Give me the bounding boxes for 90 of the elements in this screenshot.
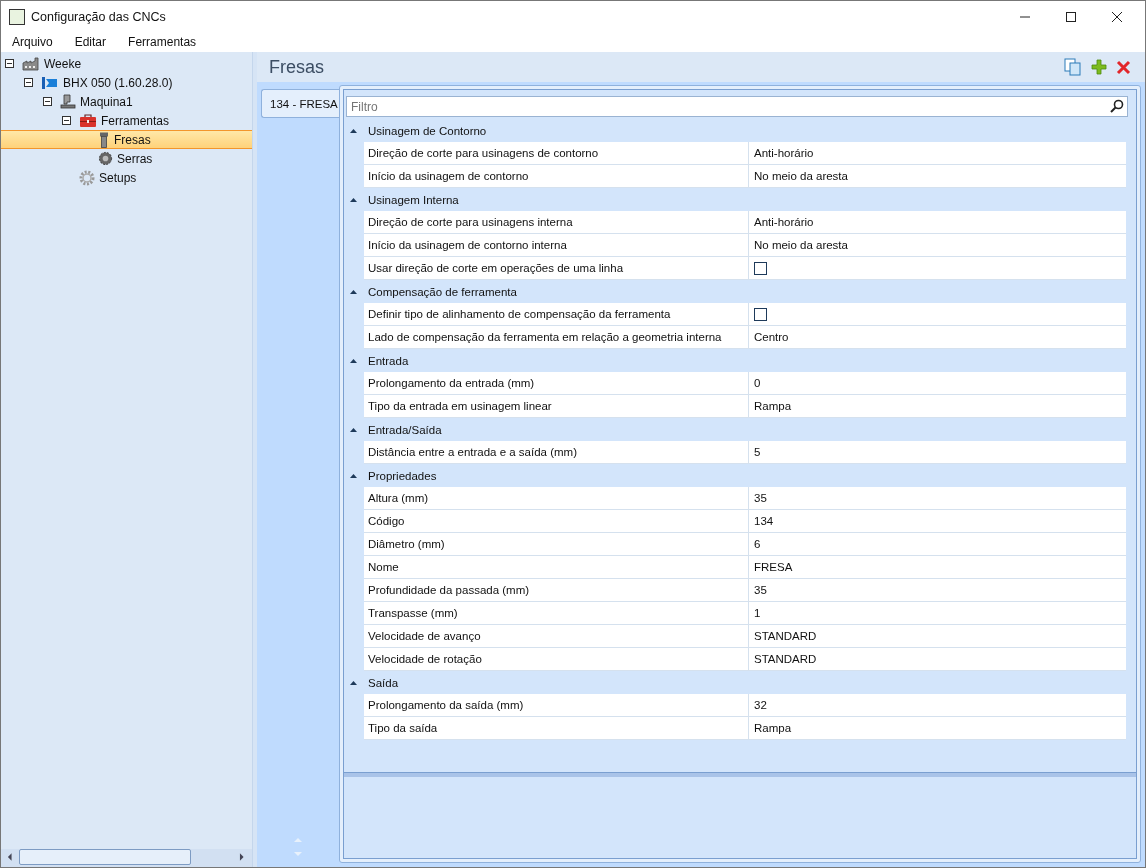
property-value[interactable]: Anti-horário bbox=[754, 216, 814, 228]
property-value[interactable]: 134 bbox=[754, 515, 774, 527]
property-name: Velocidade de rotação bbox=[364, 648, 749, 670]
property-name: Código bbox=[364, 510, 749, 532]
saw-blade-icon bbox=[98, 151, 113, 166]
gear-icon bbox=[79, 169, 95, 186]
property-value[interactable]: STANDARD bbox=[754, 653, 817, 665]
property-name: Lado de compensação da ferramenta em relação a geometria interna bbox=[364, 326, 749, 348]
factory-icon bbox=[22, 56, 40, 71]
copy-icon[interactable] bbox=[1064, 58, 1082, 76]
collapse-icon[interactable] bbox=[24, 78, 33, 87]
checkbox[interactable] bbox=[754, 261, 767, 275]
property-value[interactable]: 1 bbox=[754, 607, 761, 619]
property-value[interactable]: 35 bbox=[754, 584, 767, 596]
caret-icon[interactable] bbox=[350, 289, 357, 294]
property-value[interactable]: No meio da aresta bbox=[754, 170, 848, 182]
collapse-icon[interactable] bbox=[43, 97, 52, 106]
property-value[interactable]: Centro bbox=[754, 331, 789, 343]
property-value[interactable]: No meio da aresta bbox=[754, 239, 848, 251]
property-name: Início da usinagem de contorno interna bbox=[364, 234, 749, 256]
scroll-left-icon[interactable] bbox=[7, 853, 13, 861]
property-name: Tipo da entrada em usinagem linear bbox=[364, 395, 749, 417]
horizontal-scrollbar[interactable] bbox=[1, 849, 252, 867]
property-value[interactable]: 35 bbox=[754, 492, 767, 504]
checkbox[interactable] bbox=[754, 307, 767, 321]
tree-item[interactable]: Maquina1 bbox=[1, 92, 252, 111]
caret-icon[interactable] bbox=[350, 197, 357, 202]
machine-icon bbox=[41, 75, 59, 90]
menu-item[interactable]: Arquivo bbox=[5, 33, 60, 51]
tree-item[interactable]: BHX 050 (1.60.28.0) bbox=[1, 73, 252, 92]
property-value[interactable]: 0 bbox=[754, 377, 761, 389]
property-name: Altura (mm) bbox=[364, 487, 749, 509]
add-icon[interactable] bbox=[1091, 59, 1107, 75]
property-name: Direção de corte para usinagens interna bbox=[364, 211, 749, 233]
property-value[interactable]: 6 bbox=[754, 538, 761, 550]
scroll-thumb[interactable] bbox=[18, 849, 191, 865]
property-value[interactable]: Rampa bbox=[754, 400, 792, 412]
tree-item[interactable]: Serras bbox=[1, 149, 252, 168]
category-title: Usinagem Interna bbox=[368, 193, 459, 206]
tree-item[interactable]: Setups bbox=[1, 168, 252, 187]
caret-icon[interactable] bbox=[350, 680, 357, 685]
category-title: Saída bbox=[368, 676, 399, 689]
menu-item[interactable]: Ferramentas bbox=[121, 33, 204, 51]
property-value[interactable]: Anti-horário bbox=[754, 147, 814, 159]
property-value[interactable]: Rampa bbox=[754, 722, 792, 734]
property-name: Prolongamento da saída (mm) bbox=[364, 694, 749, 716]
property-name: Distância entre a entrada e a saída (mm) bbox=[364, 441, 749, 463]
property-name: Prolongamento da entrada (mm) bbox=[364, 372, 749, 394]
window-title: Configuração das CNCs bbox=[31, 9, 167, 24]
property-name: Profundidade da passada (mm) bbox=[364, 579, 749, 601]
caret-icon[interactable] bbox=[350, 427, 357, 432]
tree-item[interactable]: Weeke bbox=[1, 54, 252, 73]
property-name: Direção de corte para usinagens de contorno bbox=[364, 142, 749, 164]
property-name: Início da usinagem de contorno bbox=[364, 165, 749, 187]
toolbox-icon bbox=[79, 113, 97, 128]
maximize-icon[interactable] bbox=[1065, 10, 1077, 23]
category-title: Entrada bbox=[368, 354, 409, 367]
property-value[interactable]: 32 bbox=[754, 699, 767, 711]
search-icon[interactable] bbox=[1110, 99, 1124, 113]
property-name: Tipo da saída bbox=[364, 717, 749, 739]
caret-icon[interactable] bbox=[350, 358, 357, 363]
close-icon[interactable] bbox=[1111, 10, 1123, 23]
menu-item[interactable]: Editar bbox=[67, 33, 114, 51]
property-name: Usar direção de corte em operações de uma linha bbox=[364, 257, 749, 279]
machine-icon bbox=[60, 94, 76, 109]
caret-icon[interactable] bbox=[350, 473, 357, 478]
scroll-right-icon[interactable] bbox=[238, 853, 244, 861]
collapse-icon[interactable] bbox=[62, 116, 71, 125]
property-value[interactable]: STANDARD bbox=[754, 630, 817, 642]
category-title: Entrada/Saída bbox=[368, 423, 442, 436]
property-name: Nome bbox=[364, 556, 749, 578]
delete-icon[interactable] bbox=[1116, 59, 1131, 75]
filter-field[interactable]: Filtro bbox=[346, 96, 1128, 117]
property-value[interactable]: 5 bbox=[754, 446, 761, 458]
collapse-icon[interactable] bbox=[5, 59, 14, 68]
property-name: Transpasse (mm) bbox=[364, 602, 749, 624]
category-title: Usinagem de Contorno bbox=[368, 124, 487, 137]
property-name: Definir tipo de alinhamento de compensação da ferramenta bbox=[364, 303, 749, 325]
panel-title: Fresas bbox=[269, 56, 325, 78]
category-title: Compensação de ferramenta bbox=[368, 285, 517, 298]
milling-cutter-icon bbox=[98, 131, 110, 148]
property-name: Velocidade de avanço bbox=[364, 625, 749, 647]
tree-item-selected[interactable]: Fresas bbox=[1, 130, 252, 149]
tab[interactable]: 134 - FRESA bbox=[261, 89, 339, 118]
property-value[interactable]: FRESA bbox=[754, 561, 793, 573]
caret-icon[interactable] bbox=[350, 128, 357, 133]
property-name: Diâmetro (mm) bbox=[364, 533, 749, 555]
category-title: Propriedades bbox=[368, 469, 437, 482]
app-icon bbox=[9, 8, 25, 25]
tree-item[interactable]: Ferramentas bbox=[1, 111, 252, 130]
